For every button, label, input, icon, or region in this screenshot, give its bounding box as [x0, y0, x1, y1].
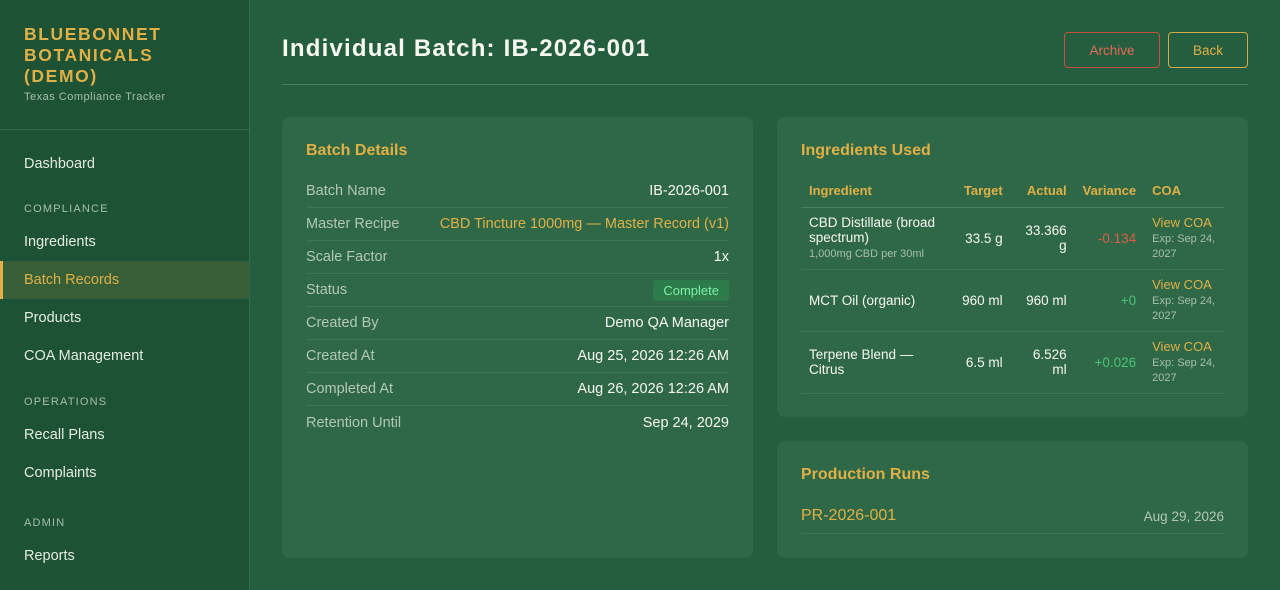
- ingredient-name: MCT Oil (organic): [809, 292, 916, 308]
- production-run-date: Aug 29, 2026: [1143, 508, 1224, 524]
- detail-label: Completed At: [306, 381, 394, 397]
- detail-value: IB-2026-001: [649, 183, 729, 199]
- main-content: Individual Batch: IB-2026-001 Archive Ba…: [250, 0, 1280, 590]
- nav-section-operations: OPERATIONS: [24, 396, 108, 408]
- sidebar-item-coa-management[interactable]: COA Management: [0, 337, 249, 375]
- variance-cell: +0: [1074, 269, 1145, 332]
- back-button[interactable]: Back: [1168, 32, 1248, 68]
- archive-button[interactable]: Archive: [1064, 32, 1160, 68]
- nav-section-admin: ADMIN: [24, 517, 66, 529]
- detail-label: Created By: [306, 315, 379, 331]
- detail-label: Created At: [306, 348, 375, 364]
- coa-expiry: Exp: Sep 24, 2027: [1152, 356, 1216, 384]
- actual-cell: 33.366 g: [1010, 207, 1075, 270]
- table-row: CBD Distillate (broad spectrum) 1,000mg …: [801, 207, 1224, 270]
- sidebar-item-recall-plans[interactable]: Recall Plans: [0, 416, 249, 454]
- ingredient-cell: Terpene Blend — Citrus: [801, 331, 947, 394]
- ingredients-card: Ingredients Used Ingredient Target Actua…: [777, 117, 1248, 417]
- status-badge: Complete: [653, 279, 729, 301]
- detail-value: Sep 24, 2029: [642, 414, 729, 431]
- sidebar-item-dashboard[interactable]: Dashboard: [0, 145, 249, 183]
- coa-expiry: Exp: Sep 24, 2027: [1152, 294, 1216, 322]
- column-header-ingredient: Ingredient: [801, 175, 947, 208]
- sidebar-item-batch-records[interactable]: Batch Records: [0, 261, 249, 299]
- detail-row-created-by: Created By Demo QA Manager: [306, 307, 729, 340]
- detail-label: Batch Name: [306, 183, 386, 199]
- ingredient-cell: CBD Distillate (broad spectrum) 1,000mg …: [801, 207, 947, 270]
- detail-row-master-recipe: Master Recipe CBD Tincture 1000mg — Mast…: [306, 208, 729, 241]
- page-title: Individual Batch: IB-2026-001: [282, 35, 651, 62]
- column-header-coa: COA: [1144, 175, 1224, 208]
- detail-row-status: Status Complete: [306, 274, 729, 307]
- detail-list: Batch Name IB-2026-001 Master Recipe CBD…: [306, 175, 729, 439]
- coa-cell: View COA Exp: Sep 24, 2027: [1144, 331, 1224, 394]
- detail-label: Status: [306, 282, 348, 298]
- sidebar-item-ingredients[interactable]: Ingredients: [0, 223, 249, 261]
- master-recipe-link[interactable]: CBD Tincture 1000mg — Master Record (v1): [440, 216, 729, 232]
- detail-value: Aug 26, 2026 12:26 AM: [577, 381, 729, 397]
- sidebar: BLUEBONNET BOTANICALS (DEMO) Texas Compl…: [0, 0, 250, 590]
- view-coa-link[interactable]: View COA: [1152, 277, 1216, 292]
- variance-cell: -0.134: [1074, 207, 1145, 270]
- coa-cell: View COA Exp: Sep 24, 2027: [1144, 269, 1224, 332]
- detail-row-batch-name: Batch Name IB-2026-001: [306, 175, 729, 208]
- ingredient-name: Terpene Blend — Citrus: [809, 347, 914, 377]
- sidebar-item-products[interactable]: Products: [0, 299, 249, 337]
- actual-cell: 6.526 ml: [1010, 331, 1075, 394]
- list-item: PR-2026-001 Aug 29, 2026: [801, 499, 1224, 534]
- column-header-target: Target: [946, 175, 1011, 208]
- sidebar-item-complaints[interactable]: Complaints: [0, 454, 249, 492]
- coa-expiry: Exp: Sep 24, 2027: [1152, 232, 1216, 260]
- detail-row-completed-at: Completed At Aug 26, 2026 12:26 AM: [306, 373, 729, 406]
- target-cell: 6.5 ml: [946, 331, 1011, 394]
- production-runs-title: Production Runs: [801, 466, 930, 483]
- coa-cell: View COA Exp: Sep 24, 2027: [1144, 207, 1224, 270]
- production-runs-card: Production Runs PR-2026-001 Aug 29, 2026: [777, 441, 1248, 558]
- page-header: Individual Batch: IB-2026-001 Archive Ba…: [282, 18, 1248, 85]
- view-coa-link[interactable]: View COA: [1152, 215, 1216, 230]
- brand-title: BLUEBONNET BOTANICALS (DEMO): [24, 24, 162, 86]
- table-header-row: Ingredient Target Actual Variance COA: [801, 175, 1224, 208]
- detail-label: Scale Factor: [306, 249, 388, 265]
- detail-value: 1x: [713, 249, 729, 265]
- detail-value: Demo QA Manager: [604, 315, 729, 331]
- detail-label: Retention Until: [306, 414, 402, 431]
- target-cell: 33.5 g: [946, 207, 1011, 270]
- ingredients-title: Ingredients Used: [801, 142, 931, 159]
- brand-subtitle: Texas Compliance Tracker: [24, 91, 166, 103]
- target-cell: 960 ml: [946, 269, 1011, 332]
- nav-section-compliance: COMPLIANCE: [24, 203, 109, 215]
- detail-row-retention-until: Retention Until Sep 24, 2029: [306, 406, 729, 439]
- detail-label: Master Recipe: [306, 216, 400, 232]
- ingredients-table: Ingredient Target Actual Variance COA CB…: [801, 175, 1224, 394]
- column-header-variance: Variance: [1074, 175, 1145, 208]
- sidebar-item-reports[interactable]: Reports: [0, 537, 249, 575]
- column-header-actual: Actual: [1010, 175, 1075, 208]
- ingredient-cell: MCT Oil (organic): [801, 269, 947, 332]
- ingredient-description: 1,000mg CBD per 30ml: [809, 247, 924, 260]
- batch-details-card: Batch Details Batch Name IB-2026-001 Mas…: [282, 117, 753, 558]
- actual-cell: 960 ml: [1010, 269, 1075, 332]
- brand: BLUEBONNET BOTANICALS (DEMO) Texas Compl…: [0, 0, 249, 130]
- detail-row-scale-factor: Scale Factor 1x: [306, 241, 729, 274]
- table-row: MCT Oil (organic) 960 ml 960 ml +0 View …: [801, 269, 1224, 332]
- production-run-link[interactable]: PR-2026-001: [801, 507, 896, 525]
- view-coa-link[interactable]: View COA: [1152, 339, 1216, 354]
- batch-details-title: Batch Details: [306, 142, 408, 159]
- variance-cell: +0.026: [1074, 331, 1145, 394]
- ingredient-name: CBD Distillate (broad spectrum): [809, 214, 936, 245]
- detail-value: Aug 25, 2026 12:26 AM: [577, 348, 729, 364]
- table-row: Terpene Blend — Citrus 6.5 ml 6.526 ml +…: [801, 331, 1224, 394]
- sidebar-nav: Dashboard COMPLIANCE Ingredients Batch R…: [0, 130, 249, 575]
- detail-row-created-at: Created At Aug 25, 2026 12:26 AM: [306, 340, 729, 373]
